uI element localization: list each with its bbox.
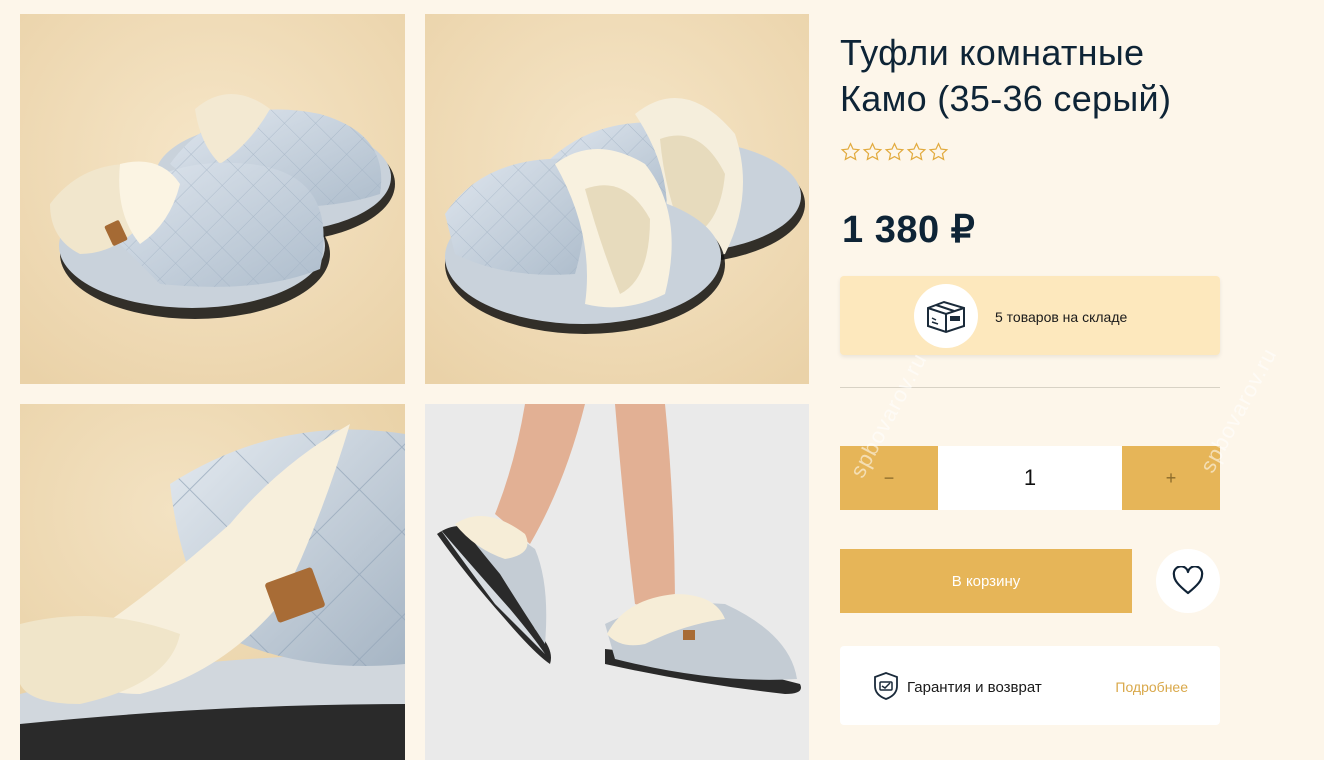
star-icon [928, 142, 949, 161]
quantity-input[interactable] [938, 446, 1122, 510]
guarantee-block: Гарантия и возврат Подробнее [840, 646, 1220, 725]
heart-icon [1172, 566, 1204, 595]
star-icon [884, 142, 905, 161]
product-photo-4[interactable] [425, 404, 809, 760]
quantity-increase-button[interactable]: + [1122, 446, 1220, 510]
add-to-cart-button[interactable]: В корзину [840, 549, 1132, 613]
product-rating[interactable] [840, 141, 949, 163]
product-price: 1 380 ₽ [842, 209, 976, 251]
product-photo-3[interactable] [20, 404, 405, 760]
quantity-stepper: − + [840, 446, 1220, 510]
product-photo-1[interactable] [20, 14, 405, 384]
product-photo-2[interactable] [425, 14, 809, 384]
guarantee-details-link[interactable]: Подробнее [1115, 679, 1188, 695]
stock-info: 5 товаров на складе [840, 276, 1220, 355]
box-icon [914, 284, 978, 348]
star-icon [862, 142, 883, 161]
star-icon [840, 142, 861, 161]
guarantee-text: Гарантия и возврат [907, 679, 1042, 696]
star-icon [906, 142, 927, 161]
product-title-line-2: Камо (35-36 серый) [840, 78, 1172, 119]
product-title: Туфли комнатные Камо (35-36 серый) [840, 30, 1240, 122]
favorite-button[interactable] [1156, 549, 1220, 613]
stock-text: 5 товаров на складе [995, 309, 1128, 325]
shield-icon [874, 672, 898, 700]
product-title-line-1: Туфли комнатные [840, 32, 1145, 73]
quantity-decrease-button[interactable]: − [840, 446, 938, 510]
divider [840, 387, 1220, 388]
